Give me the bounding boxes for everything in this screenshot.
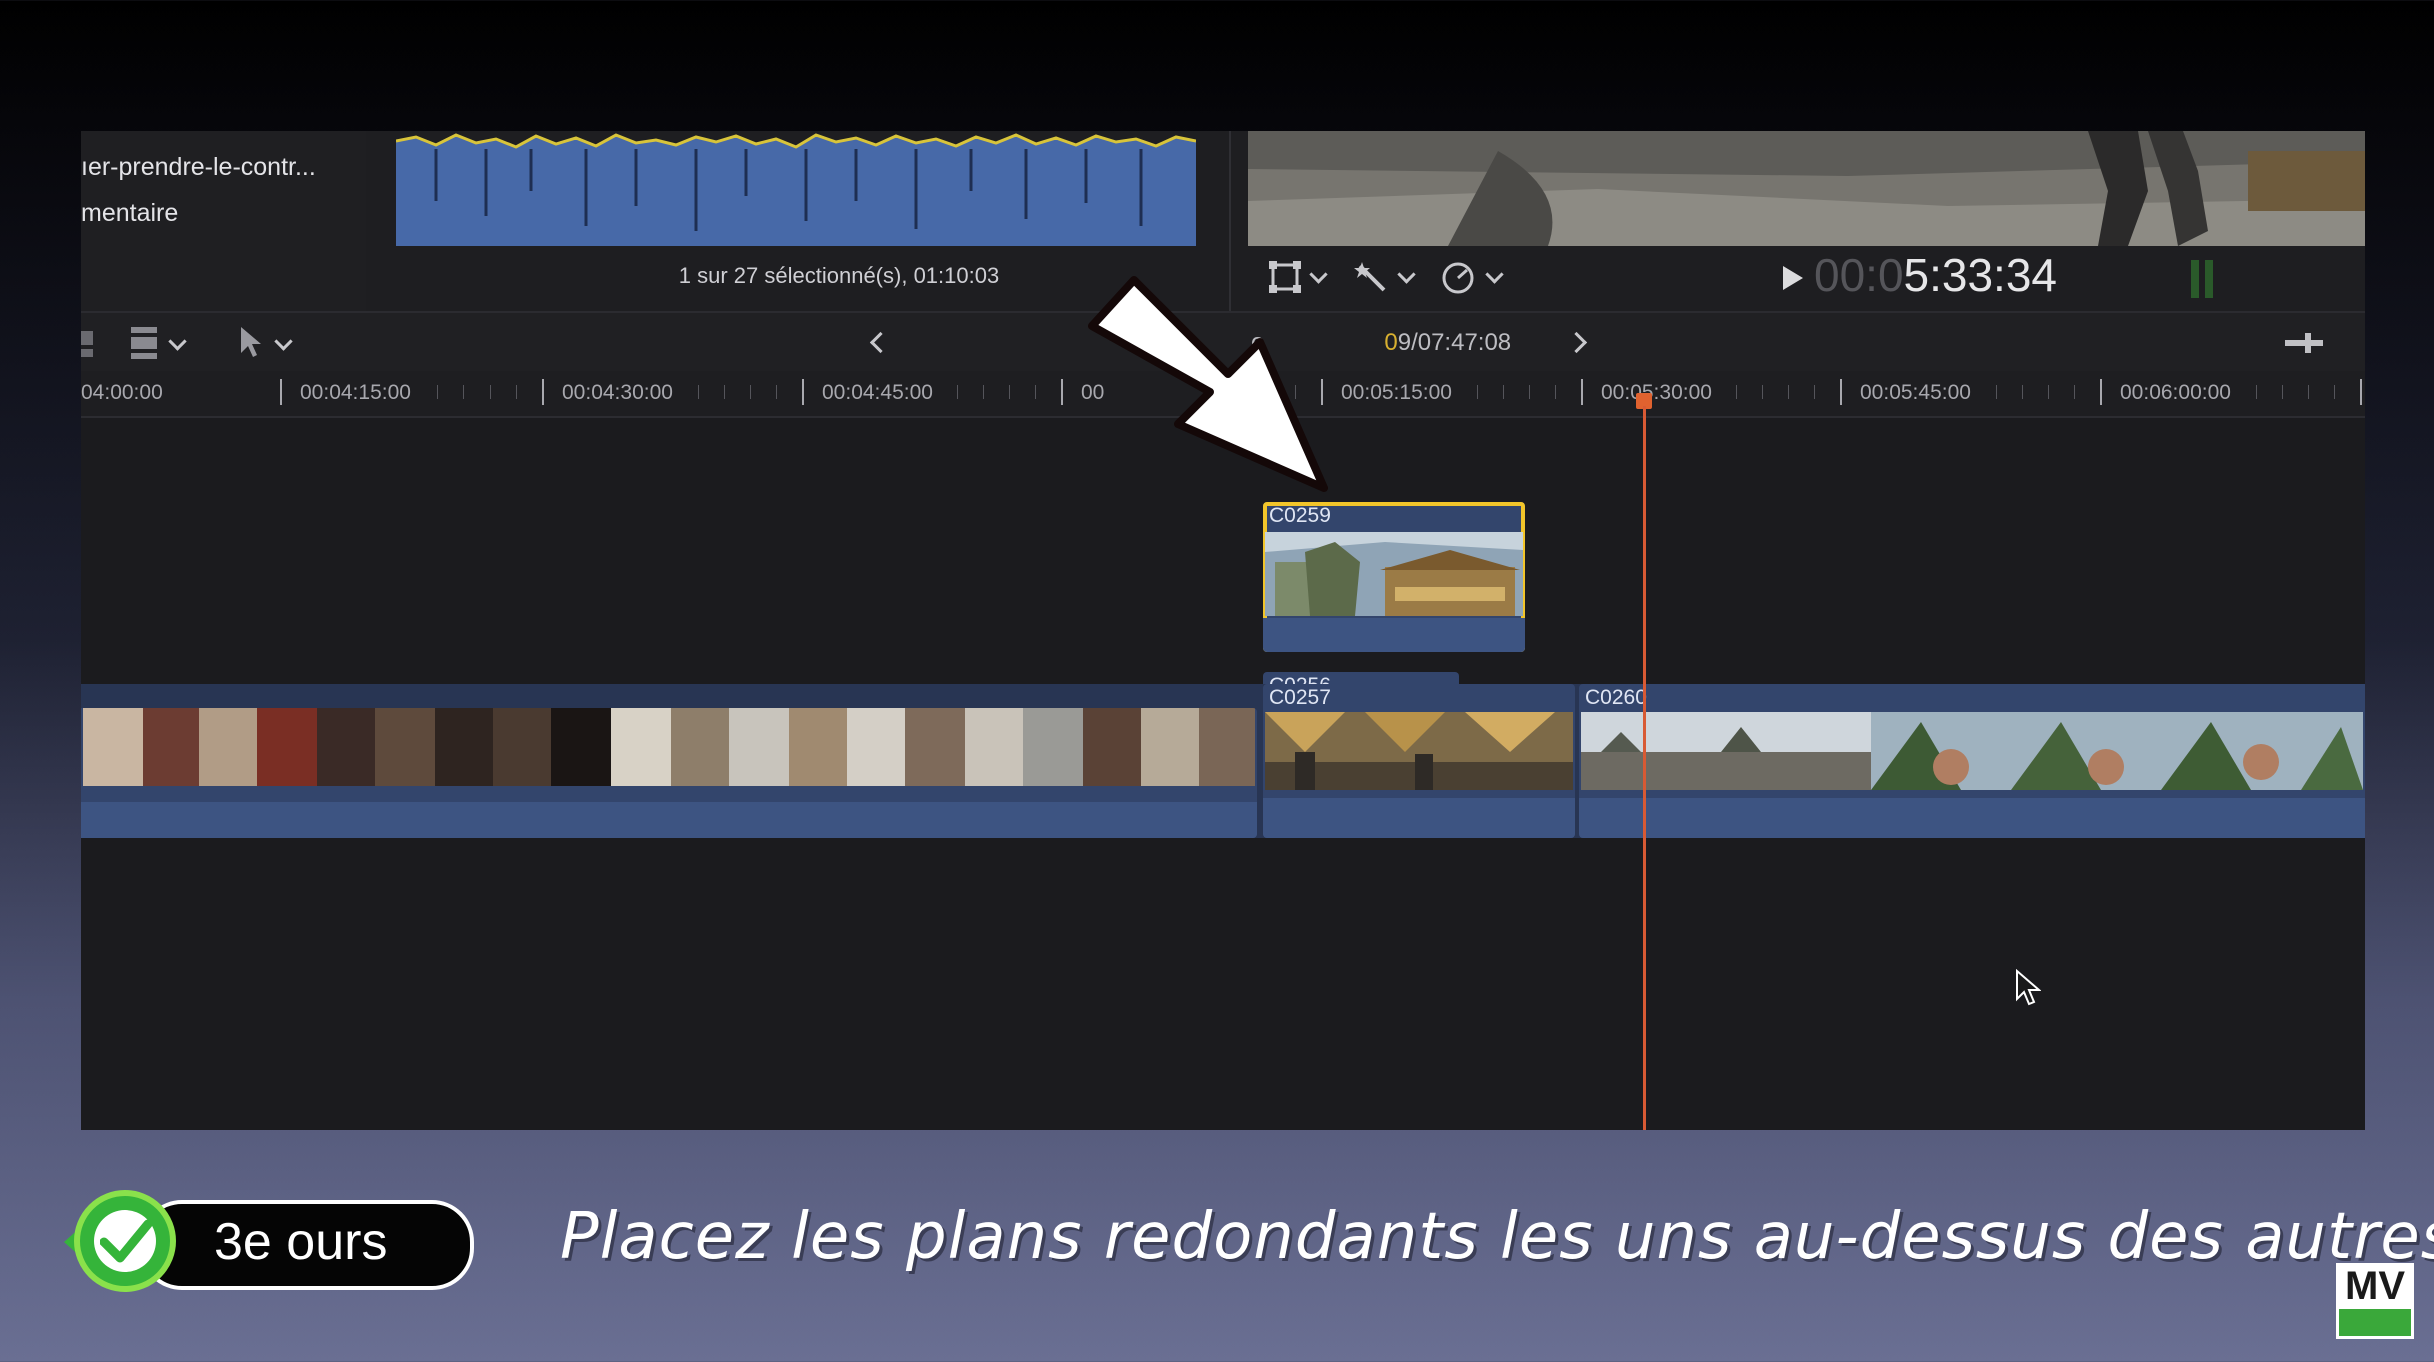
clip-name: C0257: [1269, 686, 1331, 709]
ruler-tick-label: 00:04:45:00: [822, 381, 933, 404]
viewer-controls: 00:05:33:34: [1248, 246, 2365, 311]
ruler-minor-tick: [490, 385, 491, 399]
play-icon[interactable]: [1783, 266, 1803, 290]
checkmark-icon: [100, 1219, 152, 1263]
logo-text: MV: [2345, 1264, 2405, 1308]
browser-project-name[interactable]: mentaire: [81, 199, 178, 228]
clip-thumbnail-strip: [83, 708, 1255, 786]
ruler-tick-label: 00:04:15:00: [300, 381, 411, 404]
badge-label: 3e ours: [214, 1213, 388, 1271]
clip-thumbnail-strip: [1265, 712, 1573, 790]
zoom-icon[interactable]: [2285, 331, 2323, 357]
ruler-minor-tick: [437, 385, 438, 399]
browser-panel: ıer-prendre-le-contr... mentaire: [81, 131, 366, 311]
tutorial-caption: Placez les plans redondants les uns au-d…: [560, 1200, 2434, 1274]
viewer-frame: [1248, 131, 2365, 246]
primary-storyline[interactable]: C0257 C0260: [81, 684, 2365, 838]
ruler-tick-label: 00:05:15:00: [1341, 381, 1452, 404]
chapter-badge: 3e ours: [64, 1188, 484, 1298]
ruler-tick-label: 00:05:45:00: [1860, 381, 1971, 404]
clip-thumbnails: [1581, 712, 2363, 790]
ruler-minor-tick: [1736, 385, 1737, 399]
ruler-minor-tick: [2282, 385, 2283, 399]
browser-audio-waveform[interactable]: [396, 131, 1196, 246]
ruler-major-tick: [802, 379, 804, 405]
pointer-arrow-icon: [1088, 276, 1328, 492]
viewer-image: [1248, 131, 2365, 246]
overwrite-edit-icon[interactable]: [81, 327, 97, 361]
ruler-minor-tick: [2256, 385, 2257, 399]
channel-logo: MV: [2336, 1263, 2414, 1339]
audio-meter-left: [2191, 260, 2199, 298]
ruler-minor-tick: [2308, 385, 2309, 399]
clip-audio: [1263, 798, 1575, 838]
ruler-major-tick: [2100, 379, 2102, 405]
ruler-major-tick: [542, 379, 544, 405]
ruler-minor-tick: [1762, 385, 1763, 399]
ruler-minor-tick: [1814, 385, 1815, 399]
checkmark-badge: [74, 1190, 176, 1292]
ruler-major-tick: [1061, 379, 1063, 405]
ruler-minor-tick: [776, 385, 777, 399]
previous-edit-chevron-icon[interactable]: [869, 331, 892, 354]
ruler-minor-tick: [1529, 385, 1530, 399]
ruler-minor-tick: [2074, 385, 2075, 399]
ruler-minor-tick: [1035, 385, 1036, 399]
clip-c0259[interactable]: C0259: [1263, 502, 1525, 652]
ruler-minor-tick: [463, 385, 464, 399]
next-edit-chevron-icon[interactable]: [1565, 331, 1588, 354]
clip-thumbnails: [1265, 532, 1523, 616]
ruler-tick-label: 00:05:30:00: [1601, 381, 1712, 404]
ruler-minor-tick: [2048, 385, 2049, 399]
clip-appearance-icon[interactable]: [129, 325, 159, 361]
ruler-minor-tick: [516, 385, 517, 399]
clip-audio: [81, 802, 1257, 838]
speed-menu-chevron-icon[interactable]: [1485, 265, 1504, 284]
ruler-minor-tick: [983, 385, 984, 399]
viewer-timecode[interactable]: 00:05:33:34: [1814, 248, 2057, 302]
ruler-tick-label: 00:06:00:00: [2120, 381, 2231, 404]
ruler-minor-tick: [957, 385, 958, 399]
ruler-tick-label: 04:00:00: [81, 381, 163, 404]
clip-thumbnails: [1265, 712, 1573, 790]
clip-audio: [1263, 618, 1525, 652]
ruler-minor-tick: [1009, 385, 1010, 399]
ruler-minor-tick: [1788, 385, 1789, 399]
ruler-major-tick: [1840, 379, 1842, 405]
clip-appearance-chevron-icon[interactable]: [168, 332, 187, 351]
clip-primary-first[interactable]: [81, 708, 1257, 838]
playhead[interactable]: [1643, 406, 1646, 1130]
clip-thumbnail-image: [1265, 532, 1523, 616]
clip-thumbnail-strip: [1581, 712, 2363, 790]
clip-c0260[interactable]: C0260: [1579, 684, 2365, 838]
clip-thumbnails: [83, 708, 1255, 786]
ruler-minor-tick: [1555, 385, 1556, 399]
audio-meter-right: [2205, 260, 2213, 298]
tool-menu-chevron-icon[interactable]: [274, 332, 293, 351]
clip-c0257[interactable]: C0257: [1263, 684, 1575, 838]
logo-bar: [2339, 1309, 2411, 1336]
enhance-menu-chevron-icon[interactable]: [1397, 265, 1416, 284]
ruler-major-tick: [280, 379, 282, 405]
ruler-minor-tick: [1503, 385, 1504, 399]
ruler-tick-label: 00:04:30:00: [562, 381, 673, 404]
ruler-minor-tick: [2334, 385, 2335, 399]
ruler-major-tick: [2360, 379, 2362, 405]
ruler-major-tick: [1581, 379, 1583, 405]
ruler-minor-tick: [2022, 385, 2023, 399]
clip-name: C0260: [1585, 686, 1647, 709]
ruler-minor-tick: [1477, 385, 1478, 399]
select-tool-icon[interactable]: [239, 325, 263, 359]
clip-audio: [1579, 798, 2365, 838]
browser-event-name[interactable]: ıer-prendre-le-contr...: [81, 153, 316, 182]
ruler-minor-tick: [698, 385, 699, 399]
ruler-minor-tick: [750, 385, 751, 399]
ruler-minor-tick: [1996, 385, 1997, 399]
ruler-minor-tick: [724, 385, 725, 399]
speed-icon[interactable]: [1440, 260, 1476, 296]
enhance-wand-icon[interactable]: [1354, 260, 1390, 296]
mouse-cursor-icon: [2016, 969, 2041, 1006]
